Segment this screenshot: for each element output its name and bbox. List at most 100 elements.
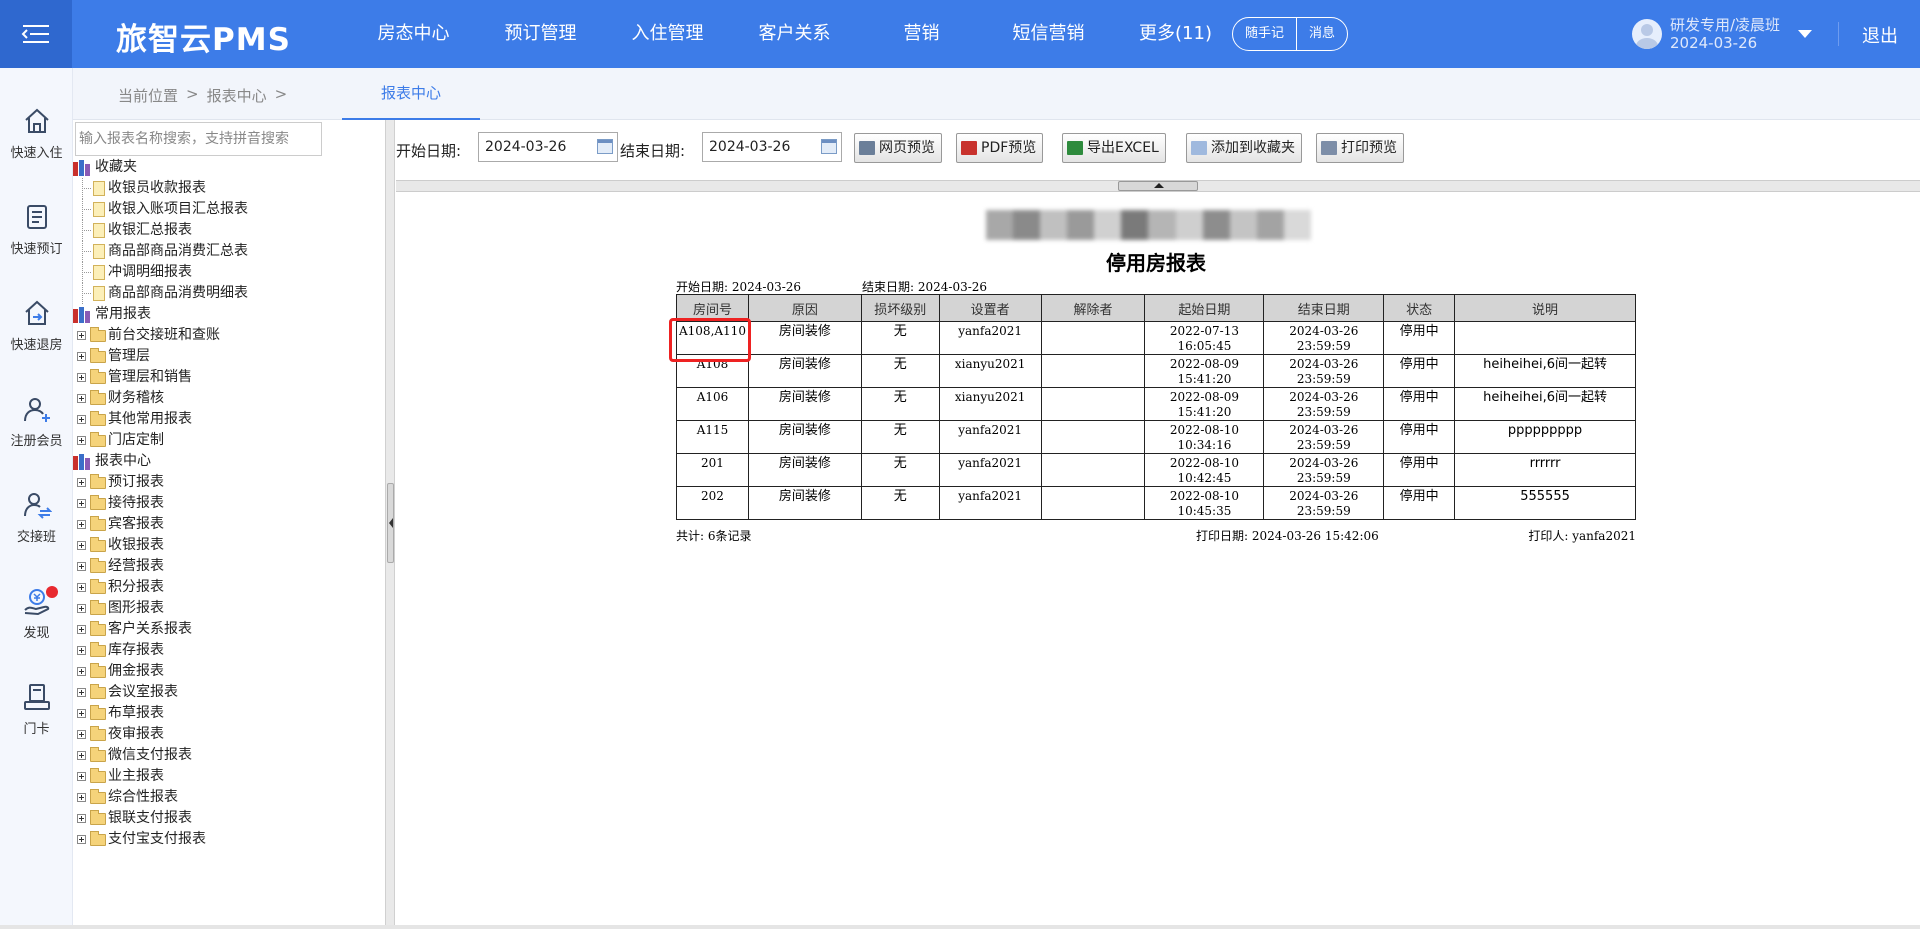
tree-folder[interactable]: 微信支付报表	[77, 745, 192, 766]
tree-folder[interactable]: 前台交接班和查账	[77, 325, 220, 346]
tree-folder[interactable]: 管理层	[77, 346, 150, 367]
tree-folder[interactable]: 管理层和销售	[77, 367, 192, 388]
quick-checkout-button[interactable]: 快速退房	[0, 298, 73, 353]
expand-icon[interactable]	[77, 373, 86, 382]
report-search-input[interactable]	[75, 122, 322, 156]
quick-checkin-button[interactable]: 快速入住	[0, 106, 73, 161]
tree-folder[interactable]: 图形报表	[77, 598, 164, 619]
expand-icon[interactable]	[77, 520, 86, 529]
tree-folder[interactable]: 客户关系报表	[77, 619, 192, 640]
tree-folder[interactable]: 佣金报表	[77, 661, 164, 682]
expand-icon[interactable]	[77, 352, 86, 361]
collapse-left-icon[interactable]	[387, 483, 394, 563]
expand-icon[interactable]	[77, 499, 86, 508]
tree-folder[interactable]: 夜审报表	[77, 724, 164, 745]
tree-folder[interactable]: 银联支付报表	[77, 808, 192, 829]
expand-icon[interactable]	[77, 562, 86, 571]
shift-handover-button[interactable]: 交接班	[0, 490, 73, 545]
nav-reservation[interactable]: 预订管理	[477, 0, 604, 68]
expand-icon[interactable]	[77, 667, 86, 676]
tab-report-center[interactable]: 报表中心	[342, 68, 480, 120]
tree-folder[interactable]: 综合性报表	[77, 787, 178, 808]
nav-marketing[interactable]: 营销	[858, 0, 985, 68]
bottom-border	[0, 925, 1920, 929]
end-date-input[interactable]: 2024-03-26	[702, 132, 842, 162]
logout-button[interactable]: 退出	[1862, 22, 1898, 48]
nav-room-status[interactable]: 房态中心	[350, 0, 477, 68]
tree-group-common[interactable]: 常用报表	[73, 304, 151, 325]
folder-icon	[90, 410, 106, 426]
tree-group-favorites[interactable]: 收藏夹	[73, 157, 137, 178]
discover-button[interactable]: 发现	[0, 586, 73, 641]
expand-icon[interactable]	[77, 709, 86, 718]
tree-group-report-center[interactable]: 报表中心	[73, 451, 151, 472]
tree-folder[interactable]: 业主报表	[77, 766, 164, 787]
tree-item-favorite[interactable]: 收银员收款报表	[77, 178, 206, 199]
tree-folder[interactable]: 财务稽核	[77, 388, 164, 409]
expand-icon[interactable]	[77, 688, 86, 697]
expand-icon[interactable]	[77, 835, 86, 844]
tree-folder[interactable]: 收银报表	[77, 535, 164, 556]
expand-icon[interactable]	[77, 604, 86, 613]
cell-reason: 房间装修	[747, 453, 862, 487]
tree-folder[interactable]: 积分报表	[77, 577, 164, 598]
calendar-icon[interactable]	[597, 139, 613, 154]
document-icon	[93, 202, 105, 217]
nav-sms-marketing[interactable]: 短信营销	[985, 0, 1112, 68]
expand-icon[interactable]	[77, 646, 86, 655]
pdf-preview-button[interactable]: PDF预览	[956, 133, 1044, 163]
web-preview-button[interactable]: 网页预览	[854, 133, 942, 163]
tree-item-favorite[interactable]: 冲调明细报表	[77, 262, 192, 283]
door-card-button[interactable]: 门卡	[0, 682, 73, 737]
tree-folder[interactable]: 支付宝支付报表	[77, 829, 206, 850]
expand-icon[interactable]	[77, 751, 86, 760]
expand-icon[interactable]	[77, 625, 86, 634]
tree-folder[interactable]: 接待报表	[77, 493, 164, 514]
tree-folder[interactable]: 其他常用报表	[77, 409, 192, 430]
collapse-up-icon[interactable]	[1118, 181, 1198, 191]
register-member-label: 注册会员	[10, 434, 63, 449]
tree-folder[interactable]: 布草报表	[77, 703, 164, 724]
panel-splitter[interactable]	[385, 120, 395, 925]
chevron-down-icon[interactable]	[1798, 30, 1813, 38]
print-preview-button[interactable]: 打印预览	[1316, 133, 1404, 163]
tree-folder[interactable]: 经营报表	[77, 556, 164, 577]
expand-icon[interactable]	[77, 415, 86, 424]
quick-booking-button[interactable]: 快速预订	[0, 202, 73, 257]
tree-folder[interactable]: 预订报表	[77, 472, 164, 493]
messages-button[interactable]: 消息	[1296, 18, 1347, 50]
register-member-button[interactable]: 注册会员	[0, 394, 73, 449]
expand-icon[interactable]	[77, 814, 86, 823]
web-preview-icon	[859, 141, 875, 155]
expand-icon[interactable]	[77, 583, 86, 592]
tree-folder[interactable]: 库存报表	[77, 640, 164, 661]
expand-icon[interactable]	[77, 394, 86, 403]
export-excel-button[interactable]: 导出EXCEL	[1062, 133, 1166, 163]
nav-more[interactable]: 更多(11)	[1112, 0, 1239, 68]
expand-icon[interactable]	[77, 541, 86, 550]
calendar-icon[interactable]	[821, 139, 837, 154]
expand-icon[interactable]	[77, 730, 86, 739]
expand-icon[interactable]	[77, 772, 86, 781]
tree-folder[interactable]: 门店定制	[77, 430, 164, 451]
expand-icon[interactable]	[77, 793, 86, 802]
breadcrumb-item-report-center[interactable]: 报表中心	[207, 85, 267, 106]
expand-icon[interactable]	[77, 478, 86, 487]
expand-icon[interactable]	[77, 436, 86, 445]
tree-item-favorite[interactable]: 收银入账项目汇总报表	[77, 199, 248, 220]
add-to-favorites-button[interactable]: 添加到收藏夹	[1186, 133, 1302, 163]
menu-toggle-icon[interactable]	[0, 0, 72, 68]
tree-group-label: 常用报表	[95, 306, 151, 322]
booking-icon	[26, 205, 47, 229]
notes-button[interactable]: 随手记	[1233, 18, 1296, 50]
expand-icon[interactable]	[77, 331, 86, 340]
tree-item-favorite[interactable]: 商品部商品消费明细表	[77, 283, 248, 304]
start-date-input[interactable]: 2024-03-26	[478, 132, 618, 162]
tree-folder[interactable]: 会议室报表	[77, 682, 178, 703]
tree-item-favorite[interactable]: 收银汇总报表	[77, 220, 192, 241]
user-menu[interactable]: 研发专用/凌晨班 2024-03-26	[1632, 14, 1813, 54]
nav-checkin[interactable]: 入住管理	[604, 0, 731, 68]
nav-crm[interactable]: 客户关系	[731, 0, 858, 68]
tree-folder[interactable]: 宾客报表	[77, 514, 164, 535]
tree-item-favorite[interactable]: 商品部商品消费汇总表	[77, 241, 248, 262]
